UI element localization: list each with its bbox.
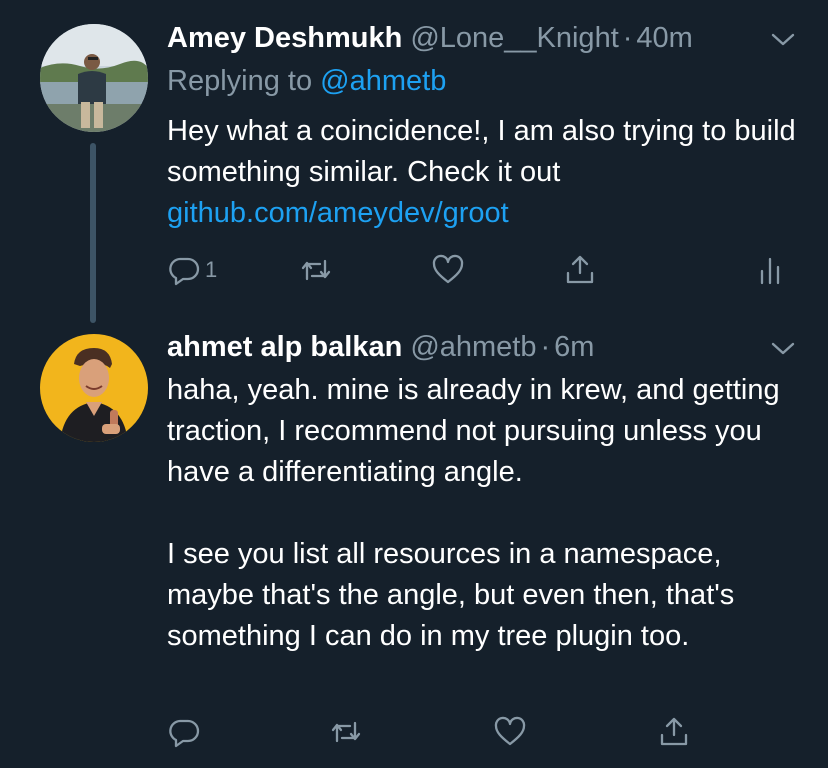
share-button[interactable] <box>657 715 691 749</box>
author-handle[interactable]: @ahmetb <box>410 327 536 367</box>
reply-count: 1 <box>205 257 218 282</box>
retweet-icon <box>301 259 331 281</box>
tweet-thread: Amey Deshmukh @Lone__Knight · 40m Replyi… <box>0 0 828 768</box>
share-button[interactable] <box>563 253 597 287</box>
retweet-button[interactable] <box>299 253 333 287</box>
tweet-text: haha, yeah. mine is already in krew, and… <box>167 374 780 652</box>
tweet-header: ahmet alp balkan @ahmetb · 6m <box>167 327 798 367</box>
author-name[interactable]: Amey Deshmukh <box>167 18 402 58</box>
tweet-header: Amey Deshmukh @Lone__Knight · 40m <box>167 18 798 58</box>
reply-icon <box>169 257 200 286</box>
tweet[interactable]: Amey Deshmukh @Lone__Knight · 40m Replyi… <box>167 18 798 234</box>
retweet-button[interactable] <box>329 715 363 749</box>
author-name[interactable]: ahmet alp balkan <box>167 327 402 367</box>
replying-to-mention[interactable]: @ahmetb <box>320 65 446 97</box>
replying-to-label: Replying to <box>167 65 313 97</box>
thread-connector-line <box>90 143 96 323</box>
avatar[interactable] <box>40 334 148 442</box>
like-button[interactable] <box>493 715 527 749</box>
avatar-photo-outdoor <box>40 24 148 132</box>
chevron-down-icon[interactable] <box>768 337 798 359</box>
replying-to-line: Replying to @ahmetb <box>167 61 798 101</box>
avatar[interactable] <box>40 24 148 132</box>
share-icon <box>566 255 594 284</box>
tweet-actions <box>167 715 787 755</box>
tweet-text: Hey what a coincidence!, I am also tryin… <box>167 115 796 188</box>
separator-dot: · <box>540 331 551 363</box>
chevron-down-icon[interactable] <box>768 28 798 50</box>
tweet-link[interactable]: github.com/ameydev/groot <box>167 193 798 234</box>
like-icon <box>432 254 464 284</box>
separator-dot: · <box>622 22 633 54</box>
tweet-actions: 1 <box>167 253 787 293</box>
tweet-timestamp[interactable]: 6m <box>554 327 594 367</box>
retweet-icon <box>331 721 361 743</box>
tweet-timestamp[interactable]: 40m <box>636 18 692 58</box>
analytics-icon <box>760 257 780 285</box>
share-icon <box>660 717 688 746</box>
reply-button[interactable] <box>167 715 201 749</box>
reply-button[interactable]: 1 <box>167 253 217 287</box>
tweet[interactable]: ahmet alp balkan @ahmetb · 6m haha, yeah… <box>167 327 798 657</box>
reply-icon <box>169 719 200 748</box>
avatar-photo-yellow <box>40 334 148 442</box>
analytics-button[interactable] <box>753 253 787 287</box>
author-handle[interactable]: @Lone__Knight <box>410 18 618 58</box>
like-icon <box>494 716 526 746</box>
like-button[interactable] <box>431 253 465 287</box>
